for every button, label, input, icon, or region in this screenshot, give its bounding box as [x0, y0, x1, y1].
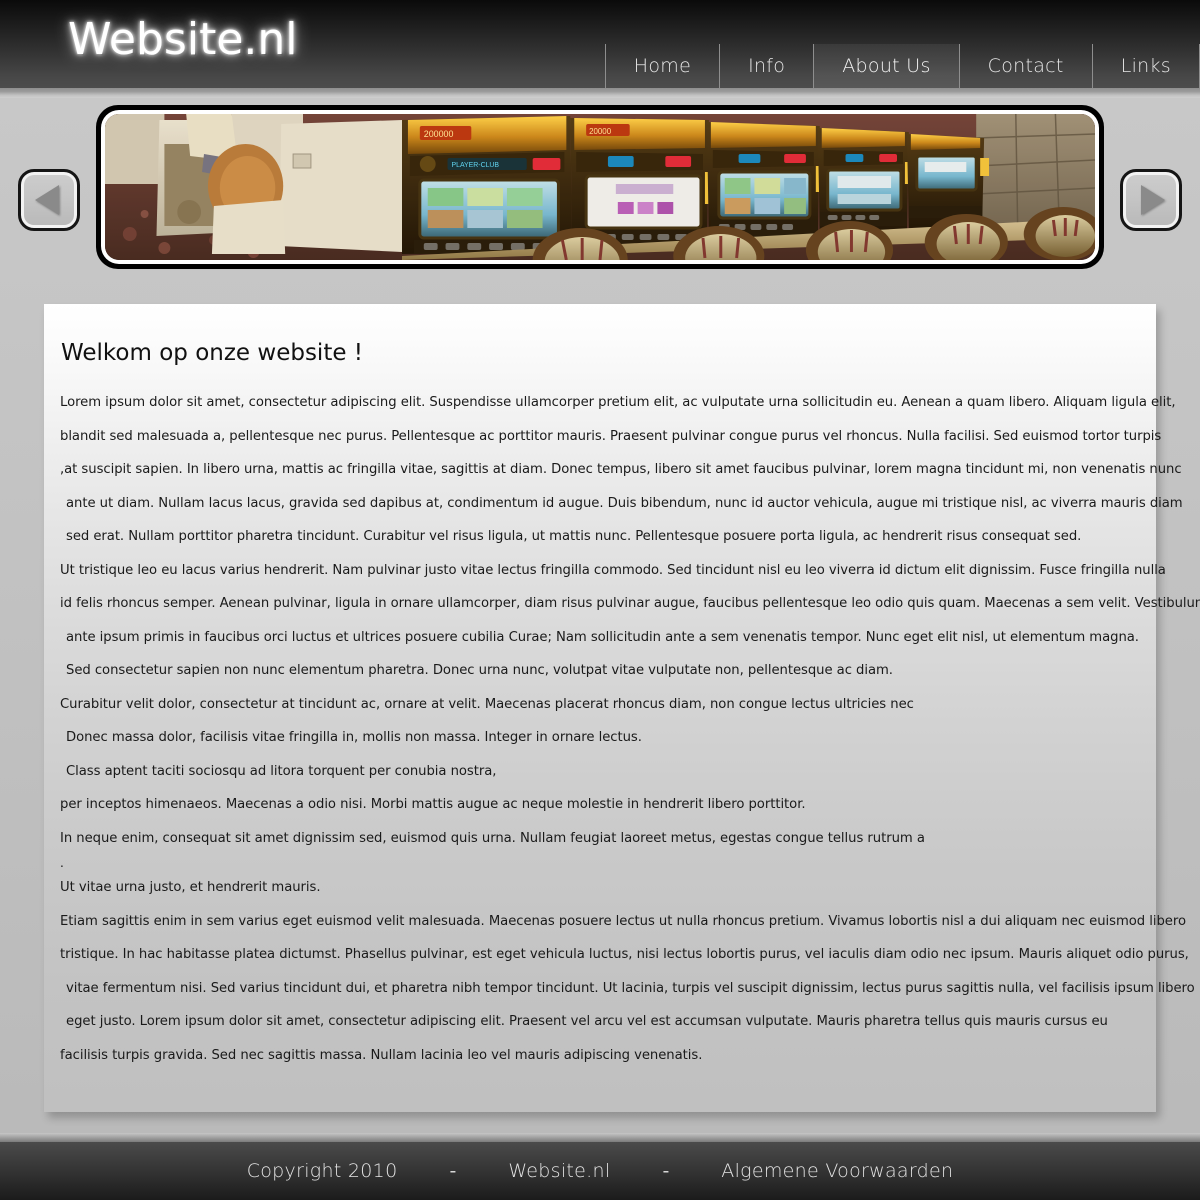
body-line: tristique. In hac habitasse platea dictu…: [60, 947, 1189, 962]
body-line: facilisis turpis gravida. Sed nec sagitt…: [60, 1047, 703, 1063]
banner-slider: 200000 PLAYER-CLUB 20000: [0, 98, 1200, 296]
main-navigation: Home Info About Us Contact Links: [604, 44, 1200, 88]
header-divider-strip: [0, 88, 1200, 98]
slider-next-button[interactable]: [1120, 169, 1182, 231]
body-line: ante ipsum primis in faucibus orci luctu…: [66, 629, 1139, 645]
footer-separator-1: -: [449, 1160, 457, 1182]
nav-item-info[interactable]: Info: [719, 44, 813, 88]
content-area: Welkom op onze website ! Lorem ipsum dol…: [0, 296, 1200, 1133]
body-line: Sed consectetur sapien non nunc elementu…: [66, 663, 893, 678]
banner-frame: 200000 PLAYER-CLUB 20000: [96, 105, 1104, 269]
site-logo[interactable]: Website.nl: [68, 14, 298, 65]
arrow-left-icon: [35, 185, 59, 215]
banner-inner-border: 200000 PLAYER-CLUB 20000: [101, 110, 1099, 264]
site-footer: Copyright 2010 - Website.nl - Algemene V…: [0, 1142, 1200, 1200]
body-line: eget justo. Lorem ipsum dolor sit amet, …: [66, 1014, 1108, 1029]
page-root: Website.nl Home Info About Us Contact Links: [0, 0, 1200, 1200]
body-line: Curabitur velit dolor, consectetur at ti…: [60, 696, 914, 712]
footer-sitename-link[interactable]: Website.nl: [508, 1160, 610, 1182]
body-line: Ut tristique leo eu lacus varius hendrer…: [60, 562, 1166, 578]
slider-prev-button[interactable]: [18, 169, 80, 231]
page-title: Welkom op onze website !: [61, 340, 364, 366]
nav-item-contact[interactable]: Contact: [958, 44, 1092, 88]
article-body: Lorem ipsum dolor sit amet, consectetur …: [60, 386, 1200, 1072]
banner-photo-casino-slot-machines[interactable]: 200000 PLAYER-CLUB 20000: [105, 114, 1095, 260]
body-line: In neque enim, consequat sit amet dignis…: [60, 830, 925, 846]
body-line: vitae fermentum nisi. Sed varius tincidu…: [66, 980, 1195, 996]
footer-separator-2: -: [662, 1160, 670, 1182]
body-line: ,at suscipit sapien. In libero urna, mat…: [60, 462, 1182, 477]
site-header: Website.nl Home Info About Us Contact Links: [0, 0, 1200, 88]
footer-terms-link[interactable]: Algemene Voorwaarden: [721, 1160, 953, 1182]
body-line: Etiam sagittis enim in sem varius eget e…: [60, 913, 1186, 929]
slot-machines-illustration: 200000 PLAYER-CLUB 20000: [105, 114, 1095, 260]
body-line: Ut vitae urna justo, et hendrerit mauris…: [60, 880, 321, 895]
body-line: blandit sed malesuada a, pellentesque ne…: [60, 428, 1162, 444]
body-line: Class aptent taciti sociosqu ad litora t…: [66, 763, 497, 779]
body-line: sed erat. Nullam porttitor pharetra tinc…: [66, 529, 1082, 544]
body-line: Donec massa dolor, facilisis vitae fring…: [66, 730, 642, 745]
body-line: ante ut diam. Nullam lacus lacus, gravid…: [66, 495, 1183, 511]
nav-item-links[interactable]: Links: [1091, 44, 1200, 88]
body-line: per inceptos himenaeos. Maecenas a odio …: [60, 797, 806, 812]
body-line: .: [60, 856, 64, 870]
body-line: Lorem ipsum dolor sit amet, consectetur …: [60, 395, 1176, 410]
body-line: id felis rhoncus semper. Aenean pulvinar…: [60, 596, 1200, 611]
arrow-right-icon: [1141, 185, 1165, 215]
nav-item-home[interactable]: Home: [604, 44, 719, 88]
content-panel: Welkom op onze website ! Lorem ipsum dol…: [44, 304, 1200, 1112]
nav-item-about-us[interactable]: About Us: [813, 44, 959, 88]
footer-copyright: Copyright 2010: [246, 1160, 398, 1182]
footer-divider-strip: [0, 1133, 1200, 1142]
